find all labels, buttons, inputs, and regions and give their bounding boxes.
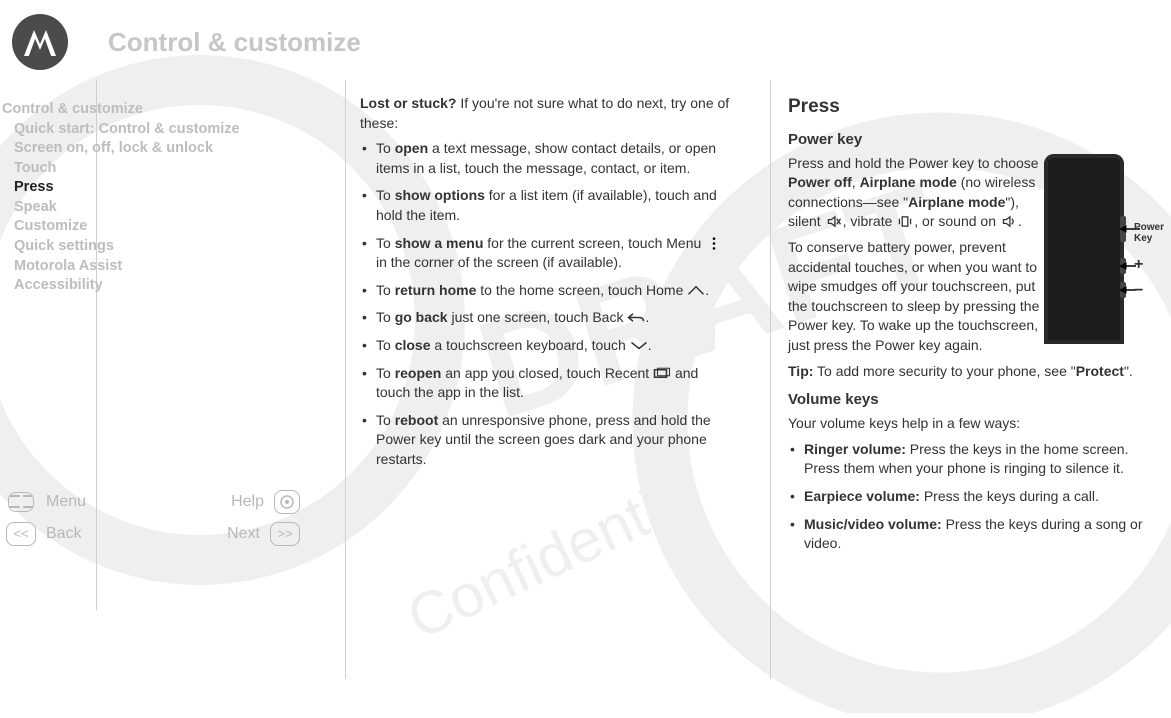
list-item: To show a menu for the current screen, t… (360, 234, 736, 273)
list-item: To reopen an app you closed, touch Recen… (360, 364, 736, 403)
section-heading-press: Press (788, 94, 1163, 121)
list-item: To open a text message, show contact det… (360, 139, 736, 178)
sidebar-item-screen[interactable]: Screen on, off, lock & unlock (2, 139, 320, 159)
motorola-logo (12, 14, 68, 70)
next-button[interactable]: Next (227, 525, 260, 543)
back-icon (627, 310, 645, 323)
subheading-power-key: Power key (788, 129, 1163, 150)
help-icon[interactable] (274, 490, 300, 514)
sidebar-item-touch[interactable]: Touch (2, 159, 320, 179)
phone-power-label: Power Key (1134, 222, 1164, 244)
footer-nav: Menu Help << Back Next >> (0, 486, 310, 550)
right-column: Press Power key Press and hold the Power… (758, 94, 1167, 562)
menu-button[interactable]: Menu (46, 493, 86, 511)
intro-text: Lost or stuck? If you're not sure what t… (360, 94, 736, 133)
volume-intro: Your volume keys help in a few ways: (788, 414, 1163, 434)
list-item: To show options for a list item (if avai… (360, 186, 736, 225)
sound-on-icon (1000, 214, 1018, 227)
list-item: Music/video volume: Press the keys durin… (788, 515, 1163, 554)
vibrate-icon (896, 214, 914, 227)
list-item: To reboot an unresponsive phone, press a… (360, 411, 736, 470)
sidebar-item-accessibility[interactable]: Accessibility (2, 276, 320, 296)
sidebar-item-motorola-assist[interactable]: Motorola Assist (2, 257, 320, 277)
subheading-volume-keys: Volume keys (788, 389, 1163, 410)
list-item: To go back just one screen, touch Back . (360, 308, 736, 328)
phone-diagram: Power Key + − (1034, 154, 1169, 344)
sidebar-item-control-customize[interactable]: Control & customize (2, 100, 320, 120)
list-item: Earpiece volume: Press the keys during a… (788, 487, 1163, 507)
recent-icon (653, 366, 671, 379)
sidebar-item-quick-settings[interactable]: Quick settings (2, 237, 320, 257)
sidebar-item-quick-start[interactable]: Quick start: Control & customize (2, 120, 320, 140)
back-nav-icon[interactable]: << (6, 522, 36, 546)
silent-icon (825, 214, 843, 227)
help-button[interactable]: Help (231, 493, 264, 511)
list-item: To return home to the home screen, touch… (360, 281, 736, 301)
page-title: Control & customize (108, 27, 361, 58)
power-key-tip: Tip: To add more security to your phone,… (788, 362, 1163, 382)
list-item: To close a touchscreen keyboard, touch . (360, 336, 736, 356)
power-key-paragraph-1: Press and hold the Power key to choose P… (788, 154, 1043, 232)
chevron-down-icon (630, 338, 648, 351)
phone-body (1044, 154, 1124, 344)
intro-bold: Lost or stuck? (360, 95, 456, 111)
sidebar-item-speak[interactable]: Speak (2, 198, 320, 218)
home-icon (687, 283, 705, 296)
next-nav-icon[interactable]: >> (270, 522, 300, 546)
power-key-paragraph-2: To conserve battery power, prevent accid… (788, 238, 1043, 356)
sidebar-item-customize[interactable]: Customize (2, 217, 320, 237)
list-item: Ringer volume: Press the keys in the hom… (788, 440, 1163, 479)
volume-plus-icon: + (1134, 254, 1143, 276)
back-button[interactable]: Back (46, 525, 82, 543)
volume-minus-icon: − (1134, 280, 1143, 302)
sidebar-item-press[interactable]: Press (2, 178, 320, 198)
menu-grid-icon[interactable] (6, 490, 36, 514)
menu-dots-icon (705, 236, 723, 249)
main-column: Lost or stuck? If you're not sure what t… (330, 94, 758, 562)
